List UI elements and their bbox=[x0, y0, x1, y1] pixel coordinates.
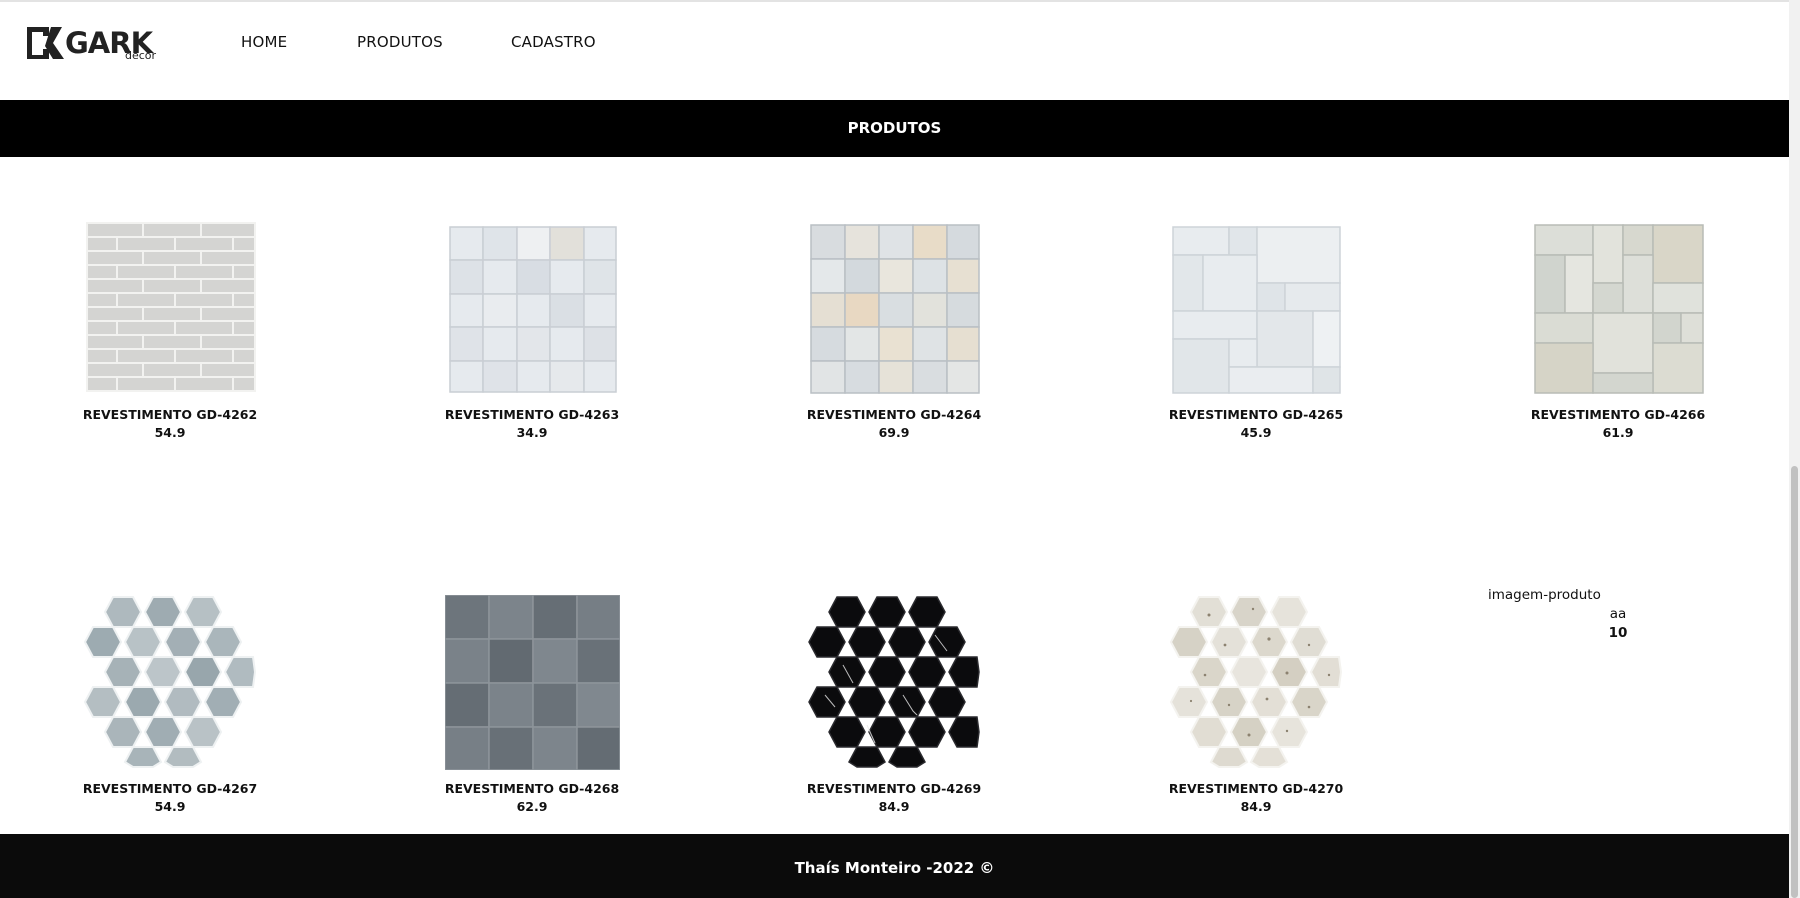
product-price: 84.9 bbox=[1240, 799, 1272, 814]
product-card[interactable]: REVESTIMENTO GD-4263 34.9 bbox=[402, 221, 662, 440]
product-image bbox=[1168, 221, 1344, 396]
product-name: REVESTIMENTO GD-4268 bbox=[444, 781, 620, 796]
product-card[interactable]: REVESTIMENTO GD-4267 54.9 bbox=[40, 595, 300, 814]
nav-cadastro-link[interactable]: CADASTRO bbox=[511, 33, 596, 51]
product-price: 54.9 bbox=[154, 799, 186, 814]
product-image bbox=[444, 595, 620, 770]
product-card[interactable]: REVESTIMENTO GD-4264 69.9 bbox=[764, 221, 1024, 440]
product-card[interactable]: REVESTIMENTO GD-4270 84.9 bbox=[1126, 595, 1386, 814]
page-scrollbar[interactable] bbox=[1789, 0, 1800, 898]
product-image bbox=[82, 595, 258, 770]
product-name: REVESTIMENTO GD-4270 bbox=[1168, 781, 1344, 796]
product-price: 69.9 bbox=[878, 425, 910, 440]
product-name: REVESTIMENTO GD-4263 bbox=[444, 407, 620, 422]
product-price: 10 bbox=[1608, 625, 1628, 641]
nav-produtos-link[interactable]: PRODUTOS bbox=[357, 33, 443, 51]
product-name: REVESTIMENTO GD-4262 bbox=[82, 407, 258, 422]
banner-title: PRODUTOS bbox=[847, 119, 942, 137]
footer: Thaís Monteiro -2022 © bbox=[0, 834, 1789, 898]
product-image bbox=[806, 221, 982, 396]
product-image bbox=[444, 221, 620, 396]
product-name: REVESTIMENTO GD-4264 bbox=[806, 407, 982, 422]
product-card[interactable]: REVESTIMENTO GD-4268 62.9 bbox=[402, 595, 662, 814]
navbar: GARK decor HOME PRODUTOS CADASTRO bbox=[0, 2, 1789, 100]
product-price: 45.9 bbox=[1240, 425, 1272, 440]
product-price: 61.9 bbox=[1602, 425, 1634, 440]
product-name: REVESTIMENTO GD-4265 bbox=[1168, 407, 1344, 422]
scrollbar-thumb[interactable] bbox=[1791, 466, 1798, 898]
product-image-alt-text: imagem-produto bbox=[1488, 587, 1601, 603]
product-image bbox=[82, 221, 258, 396]
product-card[interactable]: REVESTIMENTO GD-4265 45.9 bbox=[1126, 221, 1386, 440]
logo-subtitle: decor bbox=[125, 49, 157, 62]
product-image bbox=[1168, 595, 1344, 770]
product-grid: REVESTIMENTO GD-4262 54.9 REVESTIMENTO G… bbox=[0, 157, 1789, 834]
product-card[interactable]: REVESTIMENTO GD-4269 84.9 bbox=[764, 595, 1024, 814]
nav-home-link[interactable]: HOME bbox=[241, 33, 287, 51]
product-price: 54.9 bbox=[154, 425, 186, 440]
footer-copyright: Thaís Monteiro -2022 © bbox=[794, 859, 995, 877]
product-card[interactable]: REVESTIMENTO GD-4262 54.9 bbox=[40, 221, 300, 440]
product-image bbox=[1530, 221, 1706, 396]
product-price: 62.9 bbox=[516, 799, 548, 814]
product-name: REVESTIMENTO GD-4266 bbox=[1530, 407, 1706, 422]
product-price: 84.9 bbox=[878, 799, 910, 814]
product-name: REVESTIMENTO GD-4267 bbox=[82, 781, 258, 796]
products-banner: PRODUTOS bbox=[0, 100, 1789, 157]
product-image bbox=[806, 595, 982, 770]
brand-logo[interactable]: GARK decor bbox=[25, 22, 157, 66]
product-price: 34.9 bbox=[516, 425, 548, 440]
product-name: aa bbox=[1609, 606, 1627, 622]
product-card[interactable]: REVESTIMENTO GD-4266 61.9 bbox=[1488, 221, 1748, 440]
product-name: REVESTIMENTO GD-4269 bbox=[806, 781, 982, 796]
